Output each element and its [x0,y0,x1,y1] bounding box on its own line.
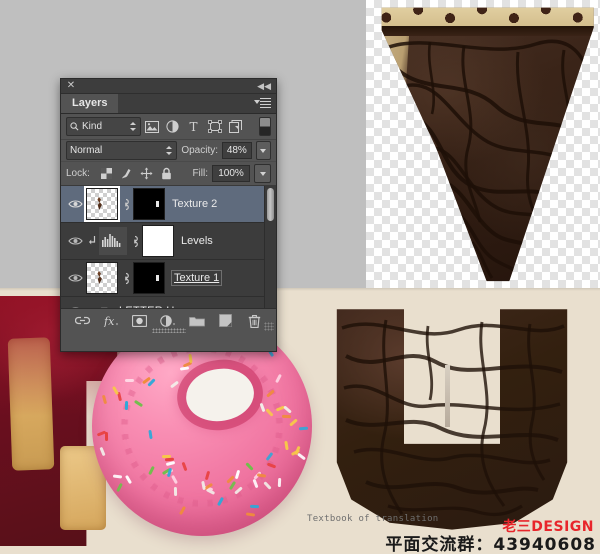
panel-resize-grip[interactable] [264,322,274,331]
lock-all-icon[interactable] [160,167,173,180]
panel-resize-handle[interactable] [151,328,186,333]
clipping-mask-icon [86,235,99,247]
lock-label: Lock: [66,168,90,179]
link-layers-icon[interactable] [74,312,91,329]
letter-u-drizzle [341,319,565,517]
layer-thumbnail[interactable] [84,186,120,222]
lock-buttons [100,167,173,180]
eye-icon[interactable] [64,297,86,308]
sprinkle [162,454,172,458]
sprinkle [105,431,109,441]
caption-text: Textbook of translation [307,514,439,524]
layer-filter-bar: Kind T [61,114,276,140]
filter-kind-label: Kind [82,121,103,132]
chevron-updown-icon [130,121,137,132]
layer-name-input[interactable]: Texture 1 [172,271,222,285]
adjustment-thumbnail-levels[interactable] [99,227,127,255]
layer-row-texture-2[interactable]: Texture 2 [61,186,276,223]
sprinkle [277,477,282,487]
sprinkle [125,378,135,382]
fill-label: Fill: [192,168,208,179]
new-layer-icon[interactable] [217,312,234,329]
pixel-layer-icon[interactable] [141,117,162,136]
panel-tab-bar: Layers [61,94,276,114]
qq-group-watermark: 平面交流群：43940608 [385,535,596,554]
layer-style-fx-icon[interactable]: fx [103,312,120,329]
eye-icon[interactable] [64,186,86,222]
shape-layer-icon[interactable] [204,117,225,136]
sprinkle [299,426,309,431]
add-layer-mask-icon[interactable] [131,312,148,329]
layer-name[interactable]: Levels [181,235,213,247]
layer-name[interactable]: Texture 2 [172,198,217,210]
new-group-icon[interactable] [189,312,206,329]
layer-mask-thumbnail[interactable] [133,188,165,220]
delete-layer-icon[interactable] [246,312,263,329]
adjustment-layer-icon[interactable] [162,117,183,136]
panel-bottom-toolbar: fx [61,308,276,333]
eye-icon[interactable] [64,223,86,259]
filter-enable-toggle[interactable] [259,117,271,136]
layer-row-levels[interactable]: Levels [61,223,276,260]
lock-image-icon[interactable] [120,167,133,180]
chevron-updown-icon [166,145,173,156]
filter-kind-dropdown[interactable]: Kind [66,117,141,136]
layer-row-texture-1[interactable]: Texture 1 [61,260,276,297]
type-layer-icon[interactable]: T [183,117,204,136]
panel-title-bar[interactable]: ✕ ◀◀ [61,79,276,94]
screenshot-stage: Textbook of translation 老三DESIGN 平面交流群：4… [0,0,600,554]
link-icon[interactable] [121,198,130,211]
blend-mode-row: Normal Opacity: 48% [61,140,276,162]
layer-mask-thumbnail[interactable] [142,225,174,257]
letter-u-image [332,300,572,532]
close-icon[interactable]: ✕ [66,81,76,91]
letter-u-highlight-stem [444,364,450,427]
blend-mode-dropdown[interactable]: Normal [66,141,178,160]
opacity-label: Opacity: [181,145,219,156]
search-icon [70,122,79,131]
tab-layers[interactable]: Layers [61,94,119,113]
opacity-slider-arrow[interactable] [255,141,271,160]
lock-position-icon[interactable] [140,167,153,180]
opacity-input[interactable]: 48% [222,142,252,159]
svg-text:T: T [189,120,197,133]
link-icon[interactable] [130,235,139,248]
eye-icon[interactable] [64,260,86,296]
layer-row-letter-u-group[interactable]: LETTER U [61,297,276,308]
svg-text:fx: fx [103,315,115,327]
layer-list: Texture 2 Levels Texture 1 [61,186,276,308]
lock-transparency-icon[interactable] [100,167,113,180]
layer-thumbnail[interactable] [86,262,118,294]
layer-list-scrollbar[interactable] [264,186,276,308]
new-adjustment-layer-icon[interactable] [160,312,177,329]
panel-menu-icon[interactable] [254,98,271,109]
layer-mask-thumbnail[interactable] [133,262,165,294]
layers-panel: ✕ ◀◀ Layers Kind T Normal Opacity: 48% L… [60,78,277,352]
collapse-to-icons-icon[interactable]: ◀◀ [257,80,271,92]
smart-object-icon[interactable] [225,117,246,136]
sprinkle [250,504,260,509]
blend-mode-value: Normal [70,145,103,156]
lock-row: Lock: Fill: 100% [61,162,276,186]
scrollbar-thumb[interactable] [267,188,274,221]
sprinkle [281,414,291,419]
fill-input[interactable]: 100% [212,165,250,182]
link-icon[interactable] [121,272,130,285]
fill-slider-arrow[interactable] [254,164,271,183]
